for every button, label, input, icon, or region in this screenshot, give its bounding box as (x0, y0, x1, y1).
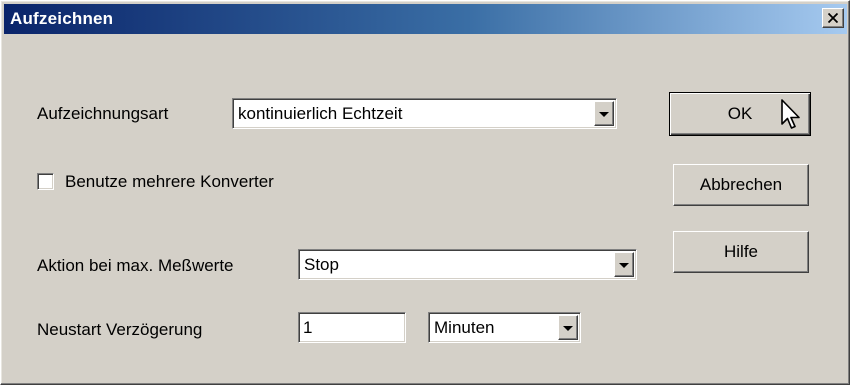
max-values-action-value: Stop (304, 254, 339, 274)
cancel-button[interactable]: Abbrechen (673, 164, 809, 206)
help-button[interactable]: Hilfe (673, 231, 809, 273)
recording-type-label: Aufzeichnungsart (37, 104, 169, 123)
restart-delay-input[interactable]: 1 (298, 312, 406, 343)
recording-dialog: Aufzeichnen Aufzeichnungsart kontinuierl… (0, 0, 850, 385)
restart-delay-unit-value: Minuten (434, 317, 495, 337)
max-values-action-label: Aktion bei max. Meßwerte (37, 256, 234, 275)
window-title: Aufzeichnen (10, 9, 114, 28)
chevron-down-icon[interactable] (558, 315, 578, 340)
close-icon (828, 13, 838, 23)
max-values-action-select[interactable]: Stop (298, 249, 637, 280)
chevron-down-icon[interactable] (594, 101, 614, 126)
recording-type-select[interactable]: kontinuierlich Echtzeit (232, 98, 617, 129)
restart-delay-value: 1 (303, 317, 313, 337)
recording-type-value: kontinuierlich Echtzeit (238, 103, 403, 123)
multiple-converters-label[interactable]: Benutze mehrere Konverter (65, 172, 274, 192)
restart-delay-label: Neustart Verzögerung (37, 320, 203, 339)
multiple-converters-checkbox[interactable] (37, 173, 54, 190)
title-bar[interactable]: Aufzeichnen (4, 4, 847, 34)
help-button-label: Hilfe (723, 242, 758, 261)
chevron-down-icon[interactable] (614, 252, 634, 277)
cancel-button-label: Abbrechen (699, 175, 783, 194)
restart-delay-unit-select[interactable]: Minuten (428, 312, 581, 343)
close-button[interactable] (822, 8, 844, 28)
mouse-pointer-icon (781, 99, 800, 129)
